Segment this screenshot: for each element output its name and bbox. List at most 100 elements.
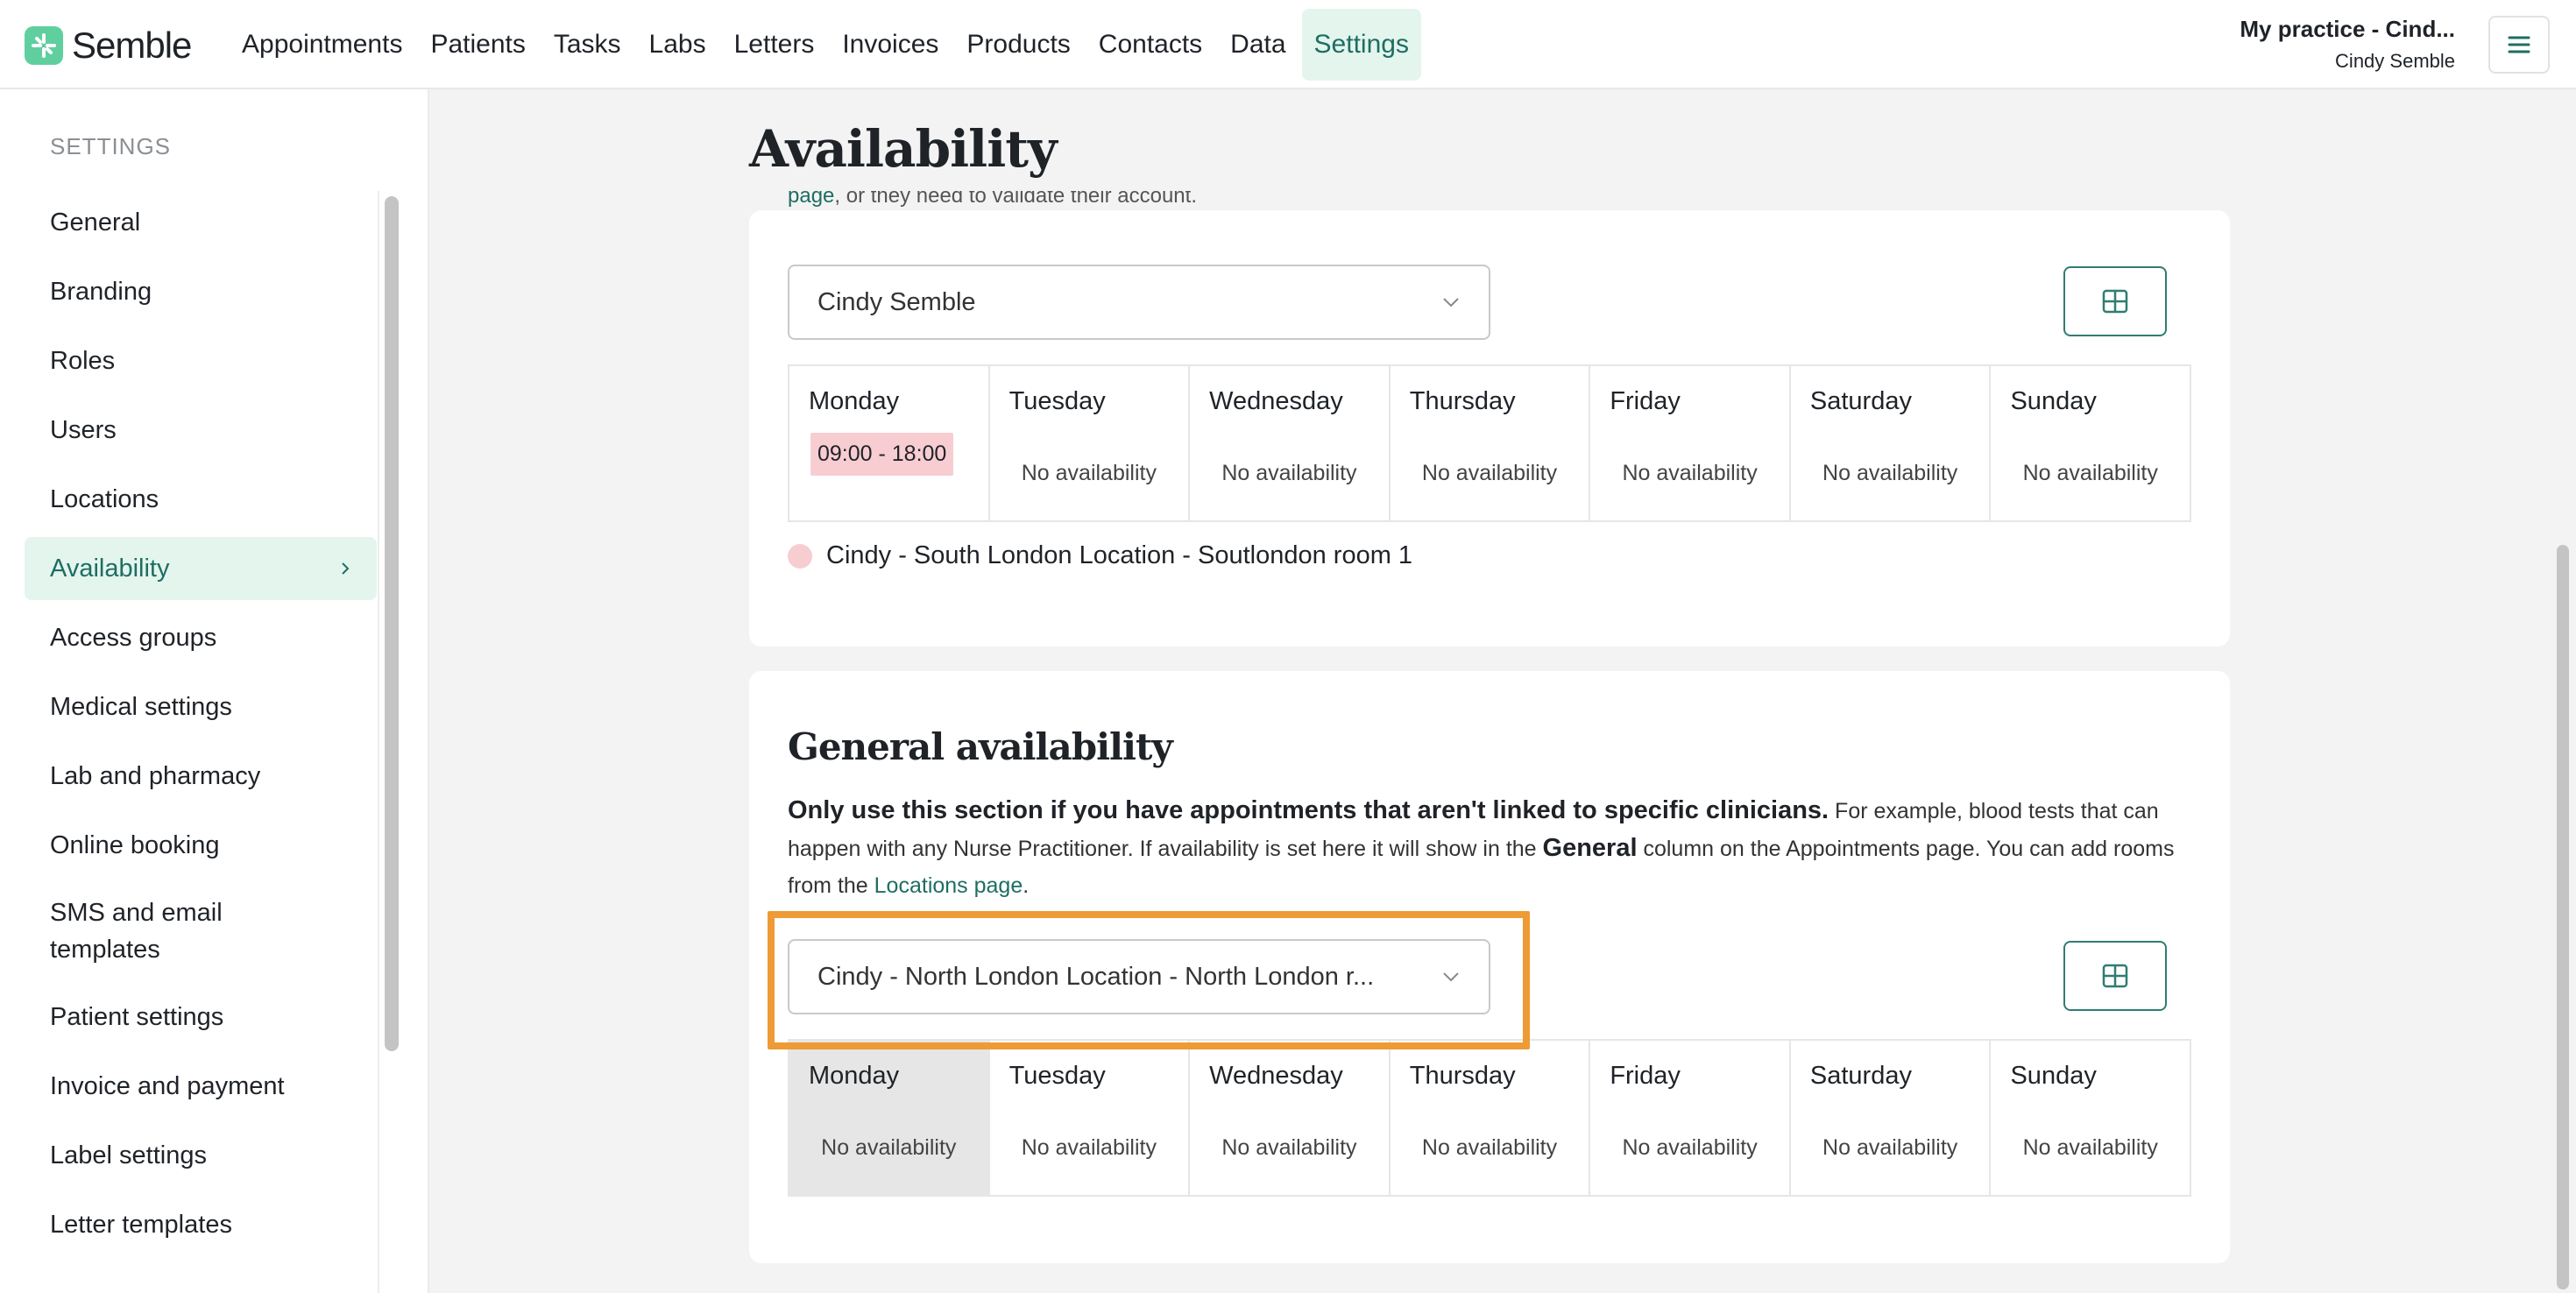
day-sunday[interactable]: Sunday No availability [1991,366,2190,520]
locations-page-link[interactable]: Locations page [874,873,1023,898]
day-name: Saturday [1809,1062,1912,1090]
day-name: Monday [809,1062,900,1090]
description-bold: Only use this section if you have appoin… [788,796,1829,824]
sidebar-item-label: Online booking [50,830,220,859]
availability-value: No availability [821,1135,957,1160]
sidebar-item-label: Invoice and payment [50,1071,285,1100]
section-title: General availability [788,725,1173,768]
nav-tasks[interactable]: Tasks [541,9,633,81]
nav-letters[interactable]: Letters [722,9,827,81]
sidebar-item-general[interactable]: General [25,191,377,254]
availability-value: No availability [2022,461,2158,485]
sidebar-item-online-booking[interactable]: Online booking [25,814,377,877]
sidebar-item-locations[interactable]: Locations [25,468,377,531]
day-friday[interactable]: Friday No availability [1590,1041,1791,1195]
description-end: . [1023,873,1030,898]
day-name: Friday [1610,387,1681,415]
sidebar-item-label: Users [50,415,117,444]
nav-data[interactable]: Data [1218,9,1298,81]
day-name: Wednesday [1209,1062,1343,1090]
sidebar-item-availability[interactable]: Availability [25,537,377,600]
availability-value: No availability [1421,461,1558,485]
sidebar-item-label: Locations [50,484,159,513]
nav-contacts[interactable]: Contacts [1086,9,1214,81]
weekly-availability-grid: Monday 09:00 - 18:00 Tuesday No availabi… [788,364,2191,522]
day-monday[interactable]: Monday No availability [789,1041,990,1195]
day-thursday[interactable]: Thursday No availability [1391,366,1591,520]
sidebar-item-invoice-and-payment[interactable]: Invoice and payment [25,1055,377,1118]
availability-value: No availability [1822,1135,1958,1160]
day-name: Saturday [1809,387,1912,415]
help-page-link[interactable]: page [788,191,834,208]
sidebar-item-letter-templates[interactable]: Letter templates [25,1193,377,1256]
sidebar-item-label: Patient settings [50,1002,224,1031]
nav-labs[interactable]: Labs [637,9,718,81]
main-scroll-thumb[interactable] [2557,545,2569,1289]
sidebar-item-label: Access groups [50,623,217,652]
sidebar-list: General Branding Roles Users Locations A… [25,191,377,1262]
sidebar-scrollbar[interactable] [378,191,400,1293]
availability-value: No availability [1021,461,1157,485]
clinician-availability-card: page, or they need to validate their acc… [749,191,2230,646]
practice-name: My practice - Cind... [2240,16,2455,42]
legend-label: Cindy - South London Location - Soutlond… [826,541,1413,569]
day-monday[interactable]: Monday 09:00 - 18:00 [789,366,990,520]
sidebar-item-lab-and-pharmacy[interactable]: Lab and pharmacy [25,745,377,808]
sidebar-item-sms-email-templates[interactable]: SMS and email templates [25,883,377,979]
sidebar-item-users[interactable]: Users [25,399,377,462]
user-name: Cindy Semble [2335,50,2455,72]
sidebar-item-patient-settings[interactable]: Patient settings [25,986,377,1049]
nav-appointments[interactable]: Appointments [230,9,414,81]
availability-value: No availability [1421,1135,1558,1160]
sidebar-item-access-groups[interactable]: Access groups [25,606,377,669]
nav-invoices[interactable]: Invoices [830,9,951,81]
sidebar-header: SETTINGS [50,133,172,159]
day-thursday[interactable]: Thursday No availability [1391,1041,1591,1195]
availability-slot[interactable]: 09:00 - 18:00 [810,433,954,476]
sidebar-item-label: Label settings [50,1141,207,1169]
clipped-help-text: page, or they need to validate their acc… [788,191,1197,210]
sidebar-item-roles[interactable]: Roles [25,329,377,392]
sidebar-item-label-settings[interactable]: Label settings [25,1124,377,1187]
day-sunday[interactable]: Sunday No availability [1991,1041,2190,1195]
sidebar-item-label: SMS and email templates [50,899,223,964]
availability-value: No availability [1622,1135,1758,1160]
nav-products[interactable]: Products [954,9,1082,81]
day-name: Monday [809,387,900,415]
sidebar-item-label: Lab and pharmacy [50,761,261,790]
sidebar-item-branding[interactable]: Branding [25,260,377,323]
sidebar-item-medical-settings[interactable]: Medical settings [25,675,377,738]
grid-icon [2102,289,2128,314]
day-friday[interactable]: Friday No availability [1590,366,1791,520]
day-name: Sunday [2010,1062,2097,1090]
day-saturday[interactable]: Saturday No availability [1791,1041,1992,1195]
main-nav: Appointments Patients Tasks Labs Letters… [230,9,1425,81]
sidebar-item-label: Availability [50,554,170,583]
day-tuesday[interactable]: Tuesday No availability [990,366,1191,520]
day-tuesday[interactable]: Tuesday No availability [990,1041,1191,1195]
main-scrollbar[interactable] [2550,89,2576,1293]
chevron-down-icon [1443,298,1459,307]
menu-button[interactable] [2488,16,2550,74]
section-description: Only use this section if you have appoin… [788,792,2190,904]
top-navigation-bar: Semble Appointments Patients Tasks Labs … [0,0,2576,89]
grid-icon [2102,964,2128,988]
sidebar-item-label: Branding [50,277,152,306]
day-name: Thursday [1409,1062,1516,1090]
sidebar-item-label: General [50,208,141,237]
semble-logo[interactable]: Semble [25,25,192,67]
nav-patients[interactable]: Patients [418,9,537,81]
day-saturday[interactable]: Saturday No availability [1791,366,1992,520]
brand-name: Semble [72,25,192,66]
clinician-select[interactable]: Cindy Semble [788,265,1490,340]
nav-settings[interactable]: Settings [1301,9,1421,81]
day-name: Wednesday [1209,387,1343,415]
day-wednesday[interactable]: Wednesday No availability [1190,1041,1391,1195]
sidebar-item-label: Roles [50,346,116,375]
calendar-view-button[interactable] [2063,941,2167,1011]
user-account[interactable]: My practice - Cind... Cindy Semble [2240,16,2455,73]
location-legend: Cindy - South London Location - Soutlond… [788,541,1412,570]
calendar-view-button[interactable] [2063,266,2167,336]
day-wednesday[interactable]: Wednesday No availability [1190,366,1391,520]
sidebar-scroll-thumb[interactable] [385,196,399,1051]
